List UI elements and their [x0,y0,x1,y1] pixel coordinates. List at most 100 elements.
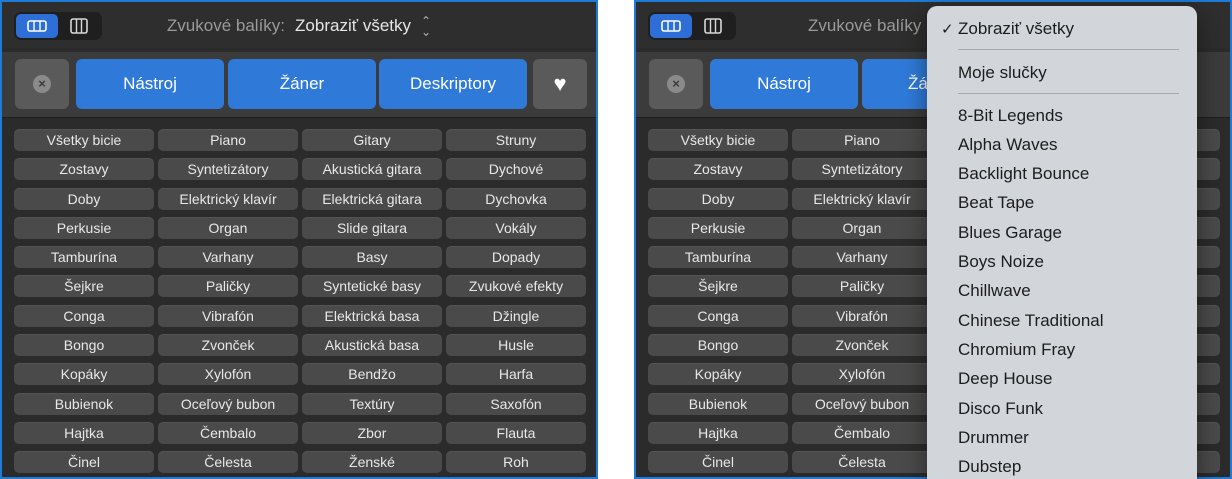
filter-genre-button[interactable]: Žáner [228,59,376,109]
keyword-button[interactable]: Elektrický klavír [792,187,932,210]
keyword-button[interactable]: Zvonček [792,334,932,357]
keyword-button[interactable]: Všetky bicie [14,129,154,151]
keyword-button[interactable]: Kopáky [14,363,154,386]
menu-item-pack[interactable]: Dubstep [958,456,1021,478]
keyword-button[interactable]: Zbor [302,421,442,444]
keyword-button[interactable]: Čembalo [158,421,298,444]
keyword-button[interactable]: Organ [792,216,932,239]
reset-button[interactable]: × [649,59,703,109]
keyword-button[interactable]: Paličky [792,275,932,298]
keyword-button[interactable]: Syntetizátory [158,158,298,181]
keyword-button[interactable]: Elektrická basa [302,304,442,327]
keyword-button[interactable]: Varhany [158,246,298,269]
menu-item-pack[interactable]: Beat Tape [958,192,1034,214]
keyword-button[interactable]: Struny [446,129,586,151]
keyword-button[interactable]: Husle [446,334,586,357]
keyword-button[interactable]: Flauta [446,421,586,444]
keyword-button[interactable]: Saxofón [446,392,586,415]
keyword-button[interactable]: Bubienok [14,392,154,415]
favorites-button[interactable]: ♥ [533,59,587,109]
keyword-button[interactable]: Bongo [648,334,788,357]
keyword-button[interactable]: Činel [14,451,154,474]
menu-item-pack[interactable]: Chinese Traditional [958,310,1104,332]
keyword-button[interactable]: Tamburína [14,246,154,269]
keyword-button[interactable]: Syntetické basy [302,275,442,298]
menu-item-pack[interactable]: Blues Garage [958,222,1062,244]
keyword-button[interactable]: Oceľový bubon [158,392,298,415]
menu-item-pack[interactable]: Alpha Waves [958,134,1058,156]
button-view-button[interactable] [650,14,692,38]
keyword-button[interactable]: Vibrafón [158,304,298,327]
filter-descriptors-button[interactable]: Deskriptory [379,59,527,109]
keyword-button[interactable]: Paličky [158,275,298,298]
sound-pack-value[interactable]: Zobraziť všetky [295,16,411,36]
keyword-button[interactable]: Čembalo [792,421,932,444]
reset-button[interactable]: × [15,59,69,109]
keyword-button[interactable]: Xylofón [158,363,298,386]
keyword-button[interactable]: Slide gitara [302,216,442,239]
keyword-button[interactable]: Zostavy [648,158,788,181]
keyword-button[interactable]: Vokály [446,216,586,239]
keyword-button[interactable]: Tamburína [648,246,788,269]
keyword-button[interactable]: Conga [648,304,788,327]
keyword-button[interactable]: Conga [14,304,154,327]
keyword-button[interactable]: Bendžo [302,363,442,386]
keyword-button[interactable]: Bongo [14,334,154,357]
menu-item-pack[interactable]: Chromium Fray [958,339,1075,361]
keyword-button[interactable]: Bubienok [648,392,788,415]
keyword-button[interactable]: Ženské [302,451,442,474]
keyword-button[interactable]: Všetky bicie [648,129,788,151]
keyword-button[interactable]: Piano [158,129,298,151]
keyword-button[interactable]: Dychové [446,158,586,181]
keyword-button[interactable]: Varhany [792,246,932,269]
sound-pack-selector[interactable]: Zvukové balíky: Zobraziť všetky ⌃ ⌃ [2,15,596,38]
menu-item-pack[interactable]: 8-Bit Legends [958,105,1063,127]
keyword-button[interactable]: Vibrafón [792,304,932,327]
keyword-button[interactable]: Textúry [302,392,442,415]
menu-item-pack[interactable]: Chillwave [958,280,1031,302]
menu-item-pack[interactable]: Disco Funk [958,398,1043,420]
keyword-button[interactable]: Doby [648,187,788,210]
keyword-button[interactable]: Zostavy [14,158,154,181]
menu-item-pack[interactable]: Boys Noize [958,251,1044,273]
keyword-button[interactable]: Harfa [446,363,586,386]
keyword-button[interactable]: Roh [446,451,586,474]
keyword-button[interactable]: Čelesta [158,451,298,474]
menu-item-show-all[interactable]: Zobraziť všetky [958,18,1074,40]
keyword-button[interactable]: Džingle [446,304,586,327]
keyword-button[interactable]: Doby [14,187,154,210]
keyword-button[interactable]: Gitary [302,129,442,151]
keyword-button[interactable]: Šejkre [648,275,788,298]
keyword-button[interactable]: Hajtka [648,421,788,444]
keyword-button[interactable]: Xylofón [792,363,932,386]
column-view-button[interactable] [692,14,734,38]
menu-item-pack[interactable]: Backlight Bounce [958,163,1089,185]
keyword-button[interactable]: Oceľový bubon [792,392,932,415]
keyword-button[interactable]: Kopáky [648,363,788,386]
sound-pack-selector[interactable]: Zvukové balíky [808,15,931,37]
keyword-button[interactable]: Dychovka [446,187,586,210]
keyword-button[interactable]: Perkusie [14,216,154,239]
keyword-button[interactable]: Perkusie [648,216,788,239]
keyword-button[interactable]: Basy [302,246,442,269]
keyword-button[interactable]: Elektrický klavír [158,187,298,210]
keyword-button[interactable]: Organ [158,216,298,239]
keyword-button[interactable]: Dopady [446,246,586,269]
clear-icon: × [33,75,51,93]
keyword-button[interactable]: Syntetizátory [792,158,932,181]
menu-item-my-loops[interactable]: Moje slučky [958,62,1047,84]
keyword-button[interactable]: Piano [792,129,932,151]
filter-instrument-button[interactable]: Nástroj [710,59,858,109]
keyword-button[interactable]: Akustická basa [302,334,442,357]
keyword-button[interactable]: Hajtka [14,421,154,444]
keyword-button[interactable]: Činel [648,451,788,474]
keyword-button[interactable]: Zvonček [158,334,298,357]
menu-item-pack[interactable]: Deep House [958,368,1053,390]
keyword-button[interactable]: Zvukové efekty [446,275,586,298]
keyword-button[interactable]: Elektrická gitara [302,187,442,210]
keyword-button[interactable]: Čelesta [792,451,932,474]
keyword-button[interactable]: Šejkre [14,275,154,298]
menu-item-pack[interactable]: Drummer [958,427,1029,449]
keyword-button[interactable]: Akustická gitara [302,158,442,181]
filter-instrument-button[interactable]: Nástroj [76,59,224,109]
